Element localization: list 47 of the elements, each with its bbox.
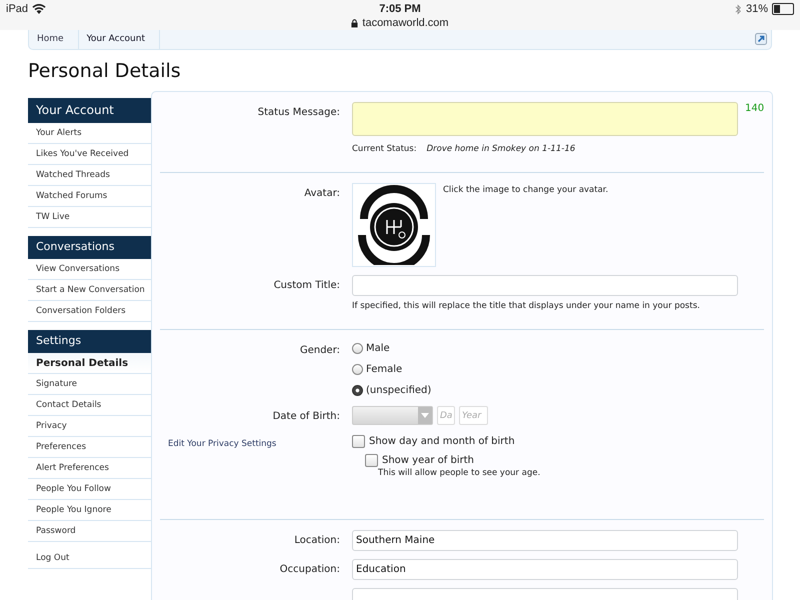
character-counter: 140 [745, 102, 764, 114]
sidebar-heading: Settings [28, 330, 151, 353]
field-label: Occupation: [278, 563, 340, 575]
sidebar-item[interactable]: Personal Details [28, 353, 151, 374]
status-message-field[interactable] [352, 102, 738, 136]
avatar-hint: Click the image to change your avatar. [443, 184, 608, 195]
page-title: Personal Details [28, 60, 182, 82]
wifi-icon [32, 4, 46, 14]
checkbox-label: Show day and month of birth [369, 436, 515, 446]
custom-title-field[interactable] [352, 275, 738, 296]
external-link-icon[interactable] [755, 33, 767, 45]
radio-button[interactable] [352, 364, 363, 374]
sidebar-heading: Your Account [28, 98, 151, 123]
current-status-label: Current Status: [352, 144, 417, 154]
year-field[interactable]: Year [459, 406, 488, 425]
field-label: Date of Birth: [272, 410, 340, 422]
field-label: Location: [293, 534, 340, 546]
location-field[interactable]: Southern Maine [352, 530, 738, 551]
current-status-text: Drove home in Smokey on 1-11-16 [426, 144, 576, 154]
custom-title-hint: If specified, this will replace the title that displays under your name in your posts. [352, 301, 701, 311]
radio-label: Male [366, 342, 390, 354]
day-field[interactable]: Da [437, 406, 455, 425]
radio-label: (unspecified) [366, 384, 432, 396]
occupation-field[interactable]: Education [352, 559, 738, 580]
privacy-settings-link[interactable]: Edit Your Privacy Settings [168, 439, 276, 449]
checkbox[interactable] [352, 434, 365, 448]
field-label: Custom Title: [272, 279, 340, 291]
radio-button[interactable] [352, 342, 363, 354]
caret-icon [421, 413, 429, 418]
url-text: tacomaworld.com [362, 17, 449, 29]
breadcrumb-link[interactable]: Home [29, 30, 79, 49]
checkbox-label: Show year of birth [382, 454, 474, 466]
battery-percent: 31% [746, 3, 768, 15]
battery-icon [772, 3, 794, 15]
radio-button[interactable] [352, 384, 363, 396]
sidebar-heading: Conversations [28, 236, 151, 259]
device-name: iPad [6, 3, 28, 15]
field-label: Gender: [298, 344, 340, 356]
bluetooth-icon [734, 4, 742, 14]
field-label: Status Message: [256, 106, 340, 118]
checkbox[interactable] [365, 454, 378, 466]
checkbox-hint: This will allow people to see your age. [378, 468, 542, 478]
clock-time: 7:05 PM [379, 3, 421, 15]
breadcrumb-link[interactable]: Your Account [78, 30, 160, 49]
field-label: Avatar: [303, 187, 340, 199]
lock-icon [351, 18, 358, 28]
radio-label: Female [366, 364, 402, 374]
